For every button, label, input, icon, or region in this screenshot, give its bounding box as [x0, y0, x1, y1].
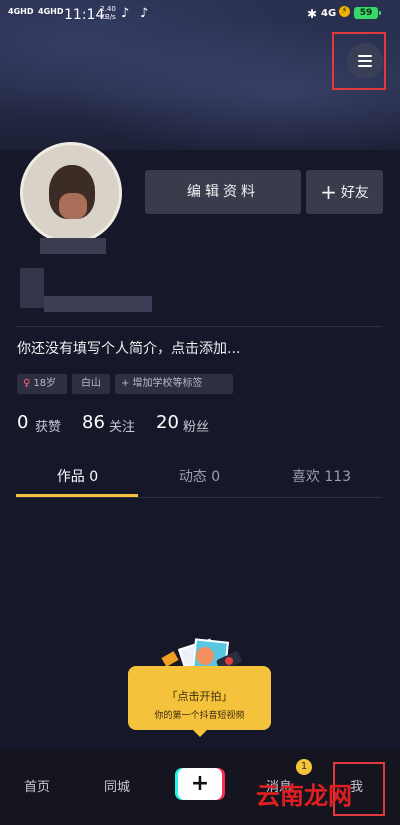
add-friend-button[interactable]: + 好友	[306, 170, 383, 214]
tooltip-title: 「点击开拍」	[166, 690, 233, 703]
signal-indicator-1: 4GHD	[8, 7, 34, 16]
blurred-username	[40, 238, 106, 254]
notification-badge: 1	[296, 759, 312, 775]
battery-indicator: 59	[354, 7, 381, 19]
blurred-id	[44, 296, 152, 312]
tab-works[interactable]: 作品 0	[11, 466, 144, 486]
following-label[interactable]: 关注	[109, 416, 135, 435]
age-tag[interactable]: ♀ 18岁	[17, 374, 67, 394]
charging-icon: ⚡	[339, 6, 350, 17]
add-tag-button[interactable]: + 增加学校等标签	[115, 374, 233, 394]
status-bar: 4GHD 4GHD 11:14 2.40 KB/s ♪ ♪ ✱ 4G ⚡ 59	[0, 0, 400, 30]
network-speed: 2.40 KB/s	[100, 5, 116, 21]
add-friend-label: 好友	[340, 185, 369, 201]
tiktok-icon: ♪	[121, 6, 130, 21]
divider	[16, 497, 382, 498]
female-icon: ♀	[23, 378, 31, 389]
menu-button[interactable]	[347, 43, 383, 79]
shoot-tooltip[interactable]: 「点击开拍」 你的第一个抖音短视频	[128, 666, 271, 737]
location-tag[interactable]: 白山	[72, 374, 110, 394]
avatar[interactable]	[20, 142, 122, 244]
tab-dynamics[interactable]: 动态 0	[133, 466, 266, 486]
blurred-id-part	[20, 268, 44, 308]
nav-city[interactable]: 同城	[104, 776, 130, 795]
likes-count: 0	[17, 412, 29, 433]
network-type: 4G	[321, 8, 337, 19]
bluetooth-icon: ✱	[307, 7, 318, 21]
nav-home[interactable]: 首页	[24, 776, 50, 795]
followers-count: 20	[156, 412, 179, 433]
watermark: 云南龙网	[256, 782, 352, 810]
tooltip-subtitle: 你的第一个抖音短视频	[154, 711, 245, 721]
create-video-button[interactable]: +	[178, 768, 222, 800]
tab-likes[interactable]: 喜欢 113	[255, 466, 388, 486]
followers-label[interactable]: 粉丝	[183, 416, 209, 435]
divider	[16, 326, 382, 327]
likes-label[interactable]: 获赞	[35, 416, 61, 435]
bio-text[interactable]: 你还没有填写个人简介，点击添加...	[17, 338, 240, 358]
plus-icon: +	[320, 180, 337, 204]
following-count: 86	[82, 412, 105, 433]
signal-indicator-2: 4GHD	[38, 7, 64, 16]
tiktok-icon: ♪	[140, 6, 149, 21]
edit-profile-button[interactable]: 编辑资料	[145, 170, 301, 214]
